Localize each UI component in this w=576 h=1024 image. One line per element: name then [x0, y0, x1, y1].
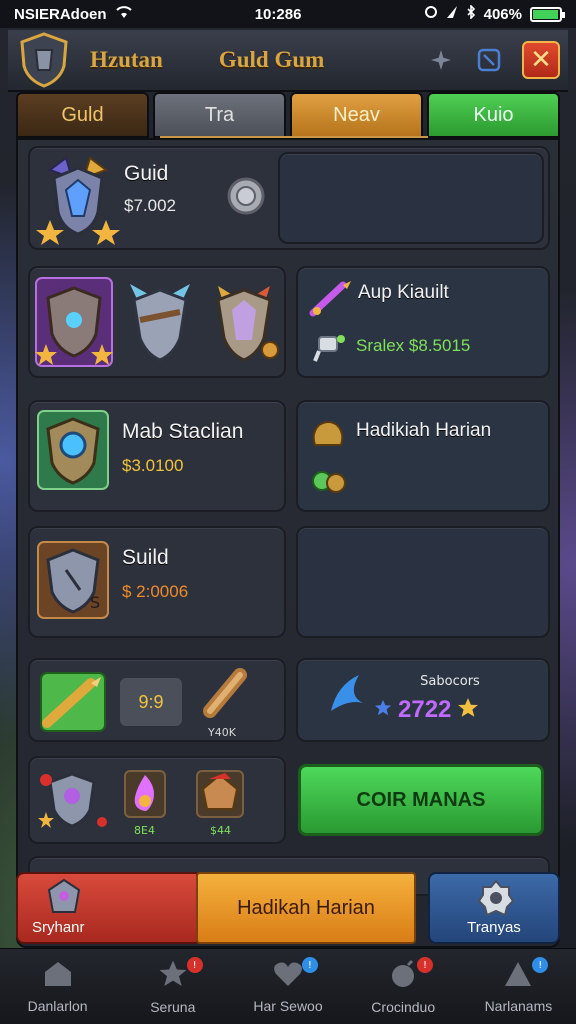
home-icon — [43, 960, 73, 992]
mab-staclian-card[interactable]: Mab Staclian $3.0100 — [28, 400, 286, 512]
battery-percent: 406% — [483, 5, 522, 23]
suild-title: Suild — [122, 546, 169, 569]
nav-label: Har Sewoo — [253, 997, 323, 1014]
notification-badge: ! — [186, 957, 203, 973]
header-title-left: Hzutan — [90, 47, 163, 72]
coin-stack-icon — [310, 466, 350, 496]
guild-shield-logo[interactable] — [16, 31, 72, 89]
golden-sword-icon — [38, 670, 108, 734]
map-icon[interactable] — [474, 45, 504, 75]
nav-item-har-sewoo[interactable]: ! Har Sewoo — [230, 949, 345, 1024]
scroll-label: Y40K — [208, 726, 236, 739]
guild-armor-icon — [36, 150, 120, 246]
aup-offer-price: Sralex $8.5015 — [356, 336, 471, 355]
top-header: Hzutan Guld Gum ✕ — [8, 30, 568, 92]
sabocors-card[interactable]: Sabocors 2722 — [296, 658, 550, 742]
action-bar: Sryhanr Hadikah Harian Tranyas — [16, 872, 560, 944]
scroll-icon — [200, 664, 250, 720]
spiked-armor-icon — [204, 274, 284, 370]
helmet-bundle-icon — [36, 766, 110, 832]
bottom-nav: Danlarlon ! Seruna ! Har Sewoo ! Crocind… — [0, 948, 576, 1024]
guild-offer-price: $7.002 — [124, 196, 176, 215]
crystal-armor-icon — [120, 274, 200, 370]
stack-count-box: 9:9 — [120, 678, 182, 726]
gem-bundle-card[interactable]: 8E4 $44 — [28, 756, 286, 844]
hadikah-harian-button[interactable]: Hadikah Harian — [196, 872, 416, 944]
alarm-icon — [424, 5, 438, 23]
nav-label: Seruna — [150, 998, 196, 1015]
helmet-icon — [44, 878, 84, 918]
gold-bag-icon — [308, 418, 348, 450]
heart-icon — [273, 960, 303, 992]
triangle-icon — [503, 960, 533, 992]
hadikiah-harian-title: Hadikiah Harian — [356, 420, 492, 441]
coir-manas-button[interactable]: COIR MANAS — [298, 764, 544, 836]
aup-offer-card[interactable]: Aup Kiauilt Sralex $8.5015 — [296, 266, 550, 378]
nav-label: Danlarlon — [27, 997, 88, 1014]
shop-panel: Guid $7.002 Aup Kiauilt Sralex $8.5015 M… — [16, 138, 560, 948]
nav-item-narlanams[interactable]: ! Narlanams — [461, 949, 576, 1024]
green-orb-shield-icon — [36, 410, 110, 490]
tab-bar: Guld Tra Neav Kuio — [16, 92, 560, 138]
bomb-icon — [388, 959, 418, 993]
blue-feather-icon — [328, 672, 368, 716]
blue-star-icon — [374, 699, 392, 721]
steel-shield-icon: S — [36, 540, 110, 620]
wifi-icon — [115, 5, 133, 23]
tab-neav[interactable]: Neav — [290, 92, 423, 138]
shield-collection-card[interactable] — [28, 266, 286, 378]
mab-staclian-price: $3.0100 — [122, 456, 184, 475]
sryhanr-button[interactable]: Sryhanr — [16, 872, 198, 944]
location-icon — [446, 5, 458, 23]
carrier-label: NSIERAdoen — [14, 5, 107, 23]
mab-staclian-title: Mab Staclian — [122, 420, 244, 443]
status-bar: NSIERAdoen 10:286 406% — [0, 0, 576, 28]
bluetooth-icon — [466, 4, 476, 23]
red-helmet-icon — [194, 768, 246, 820]
close-button[interactable]: ✕ — [522, 41, 560, 79]
purple-flame-gem-icon — [122, 768, 168, 820]
hadikiah-harian-card[interactable]: Hadikiah Harian — [296, 400, 550, 512]
gem-bundle-count-1: 8E4 — [134, 824, 155, 837]
settings-gear-icon — [476, 878, 516, 918]
header-title-right: Guld Gum — [218, 47, 325, 72]
clock: 10:286 — [254, 5, 302, 23]
close-icon: ✕ — [530, 45, 552, 75]
nav-item-danlarlon[interactable]: Danlarlon — [0, 949, 115, 1024]
tab-guld[interactable]: Guld — [16, 92, 149, 138]
guild-offer-empty-slot — [278, 152, 544, 244]
tranyas-button[interactable]: Tranyas — [428, 872, 560, 944]
compass-icon[interactable] — [426, 45, 456, 75]
suild-price: $ 2:0006 — [122, 582, 189, 601]
empty-slot-card — [296, 526, 550, 638]
battery-icon — [529, 6, 565, 22]
nav-item-crocinduo[interactable]: ! Crocinduo — [346, 949, 461, 1024]
svg-text:S: S — [90, 593, 100, 612]
potion-icon — [312, 328, 348, 364]
guild-offer-card[interactable]: Guid $7.002 — [28, 146, 550, 250]
notification-badge: ! — [417, 957, 434, 973]
suild-card[interactable]: S Suild $ 2:0006 — [28, 526, 286, 638]
silver-coin-icon — [226, 176, 266, 216]
notification-badge: ! — [532, 957, 549, 973]
purple-shield-icon — [34, 274, 114, 370]
sryhanr-label: Sryhanr — [32, 919, 85, 936]
nav-label: Narlanams — [484, 997, 553, 1014]
notification-badge: ! — [301, 957, 318, 973]
gem-bundle-count-2: $44 — [210, 824, 231, 837]
item-bundle-card[interactable]: 9:9 Y40K — [28, 658, 286, 742]
nav-label: Crocinduo — [371, 998, 436, 1015]
arrow-item-icon — [308, 278, 354, 320]
tranyas-label: Tranyas — [467, 919, 521, 936]
aup-offer-title: Aup Kiauilt — [358, 282, 449, 303]
sabocors-value: 2722 — [398, 696, 452, 723]
star-icon — [157, 959, 189, 993]
tab-kuio[interactable]: Kuio — [427, 92, 560, 138]
sabocors-label: Sabocors — [420, 674, 480, 689]
gold-star-icon — [457, 697, 479, 723]
nav-item-seruna[interactable]: ! Seruna — [115, 949, 230, 1024]
guild-offer-title: Guid — [124, 162, 169, 185]
tab-tra[interactable]: Tra — [153, 92, 286, 138]
